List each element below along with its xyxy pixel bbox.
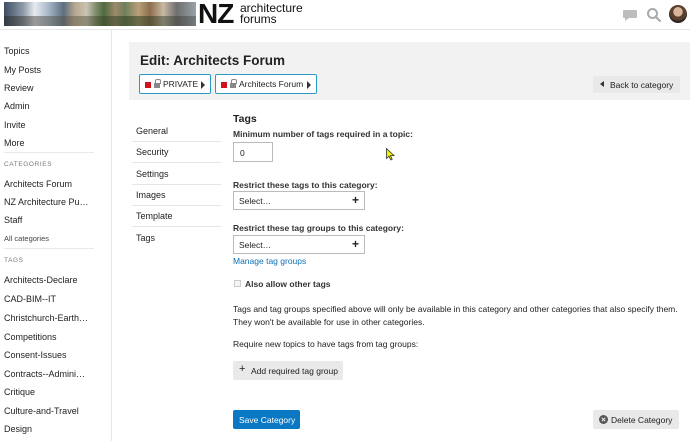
breadcrumb-architects-forum[interactable]: Architects Forum [215,74,317,94]
tab-settings[interactable]: Settings [136,169,221,179]
tags-description: Tags and tag groups specified above will… [233,304,678,327]
delete-button-label: Delete Category [611,415,673,425]
restrict-tags-label: Restrict these tags to this category: [233,180,378,190]
sidebar-tag[interactable]: Design [4,424,32,434]
lock-icon [230,79,237,88]
sidebar-tag[interactable]: CAD-BIM--IT [4,294,56,304]
allow-other-tags-label[interactable]: Also allow other tags [245,279,331,289]
restrict-groups-select[interactable]: Select… + [233,235,365,254]
tags-heading: TAGS [4,257,24,264]
caret-left-icon [600,81,604,87]
nav-divider [132,141,221,142]
sidebar-item-invite[interactable]: Invite [4,120,26,130]
add-group-label: Add required tag group [251,366,338,376]
breadcrumb-private[interactable]: PRIVATE [139,74,211,94]
nav-divider [132,184,221,185]
sidebar-tag[interactable]: Competitions [4,332,57,342]
avatar[interactable] [669,5,687,23]
sidebar-item-topics[interactable]: Topics [4,46,30,56]
page-title: Edit: Architects Forum [140,53,286,68]
sidebar-tag[interactable]: Christchurch-Earth… [4,313,88,323]
delete-category-button[interactable]: Delete Category [593,410,679,429]
sidebar-item-review[interactable]: Review [4,83,34,93]
sidebar-item-admin[interactable]: Admin [4,101,30,111]
lock-icon [154,79,161,88]
back-button-label: Back to category [610,80,674,90]
sidebar-divider [4,248,94,249]
nav-divider [132,226,221,227]
sidebar-tag[interactable]: Culture-and-Travel [4,406,79,416]
min-tags-input[interactable]: 0 [233,142,273,162]
nav-divider [132,205,221,206]
save-category-button[interactable]: Save Category [233,410,300,429]
sidebar: Topics My Posts Review Admin Invite More… [0,30,112,441]
chat-icon[interactable] [622,7,638,23]
logo-line-2: forums [240,12,277,26]
tab-general[interactable]: General [136,126,221,136]
banner-image[interactable] [4,2,196,26]
back-to-category-button[interactable]: Back to category [593,76,680,93]
search-icon[interactable] [646,7,662,23]
all-categories-link[interactable]: All categories [4,234,49,243]
sidebar-category-nz-architecture[interactable]: NZ Architecture Pu… [4,197,89,207]
caret-right-icon [201,81,205,89]
tab-images[interactable]: Images [136,190,221,200]
select-placeholder: Select… [239,240,272,250]
sidebar-tag[interactable]: Consent-Issues [4,350,67,360]
categories-heading: CATEGORIES [4,161,53,168]
sidebar-divider [4,152,94,153]
sidebar-tag[interactable]: Contracts--Admini… [4,369,85,379]
category-color-swatch [221,82,227,88]
tab-tags[interactable]: Tags [136,233,221,243]
tab-template[interactable]: Template [136,211,221,221]
min-tags-label: Minimum number of tags required in a top… [233,129,413,139]
tab-security[interactable]: Security [136,147,221,157]
manage-tag-groups-link[interactable]: Manage tag groups [233,256,306,266]
plus-icon: + [351,237,359,251]
nav-divider [132,162,221,163]
restrict-groups-label: Restrict these tag groups to this catego… [233,223,404,233]
mouse-cursor-icon [386,148,395,161]
section-title: Tags [233,113,257,125]
select-placeholder: Select… [239,196,272,206]
delete-icon [599,415,608,424]
sidebar-tag[interactable]: Critique [4,387,35,397]
add-required-tag-group-button[interactable]: + Add required tag group [233,361,343,380]
logo-text[interactable]: architecture forums [240,2,303,26]
sidebar-tag[interactable]: Architects-Declare [4,275,78,285]
sidebar-item-more[interactable]: More [4,138,25,148]
restrict-tags-select[interactable]: Select… + [233,191,365,210]
caret-right-icon [307,81,311,89]
sidebar-category-staff[interactable]: Staff [4,215,22,225]
site-header: NZ architecture forums [0,0,690,30]
plus-icon: + [239,363,246,375]
plus-icon: + [351,193,359,207]
breadcrumb-label: PRIVATE [163,79,199,89]
save-button-label: Save Category [239,415,296,425]
category-color-swatch [145,82,151,88]
require-tag-groups-label: Require new topics to have tags from tag… [233,339,419,349]
logo-mark[interactable]: NZ [198,0,234,29]
allow-other-tags-checkbox[interactable] [234,280,241,287]
sidebar-item-my-posts[interactable]: My Posts [4,65,41,75]
sidebar-category-architects-forum[interactable]: Architects Forum [4,179,72,189]
breadcrumb-label: Architects Forum [239,79,304,89]
